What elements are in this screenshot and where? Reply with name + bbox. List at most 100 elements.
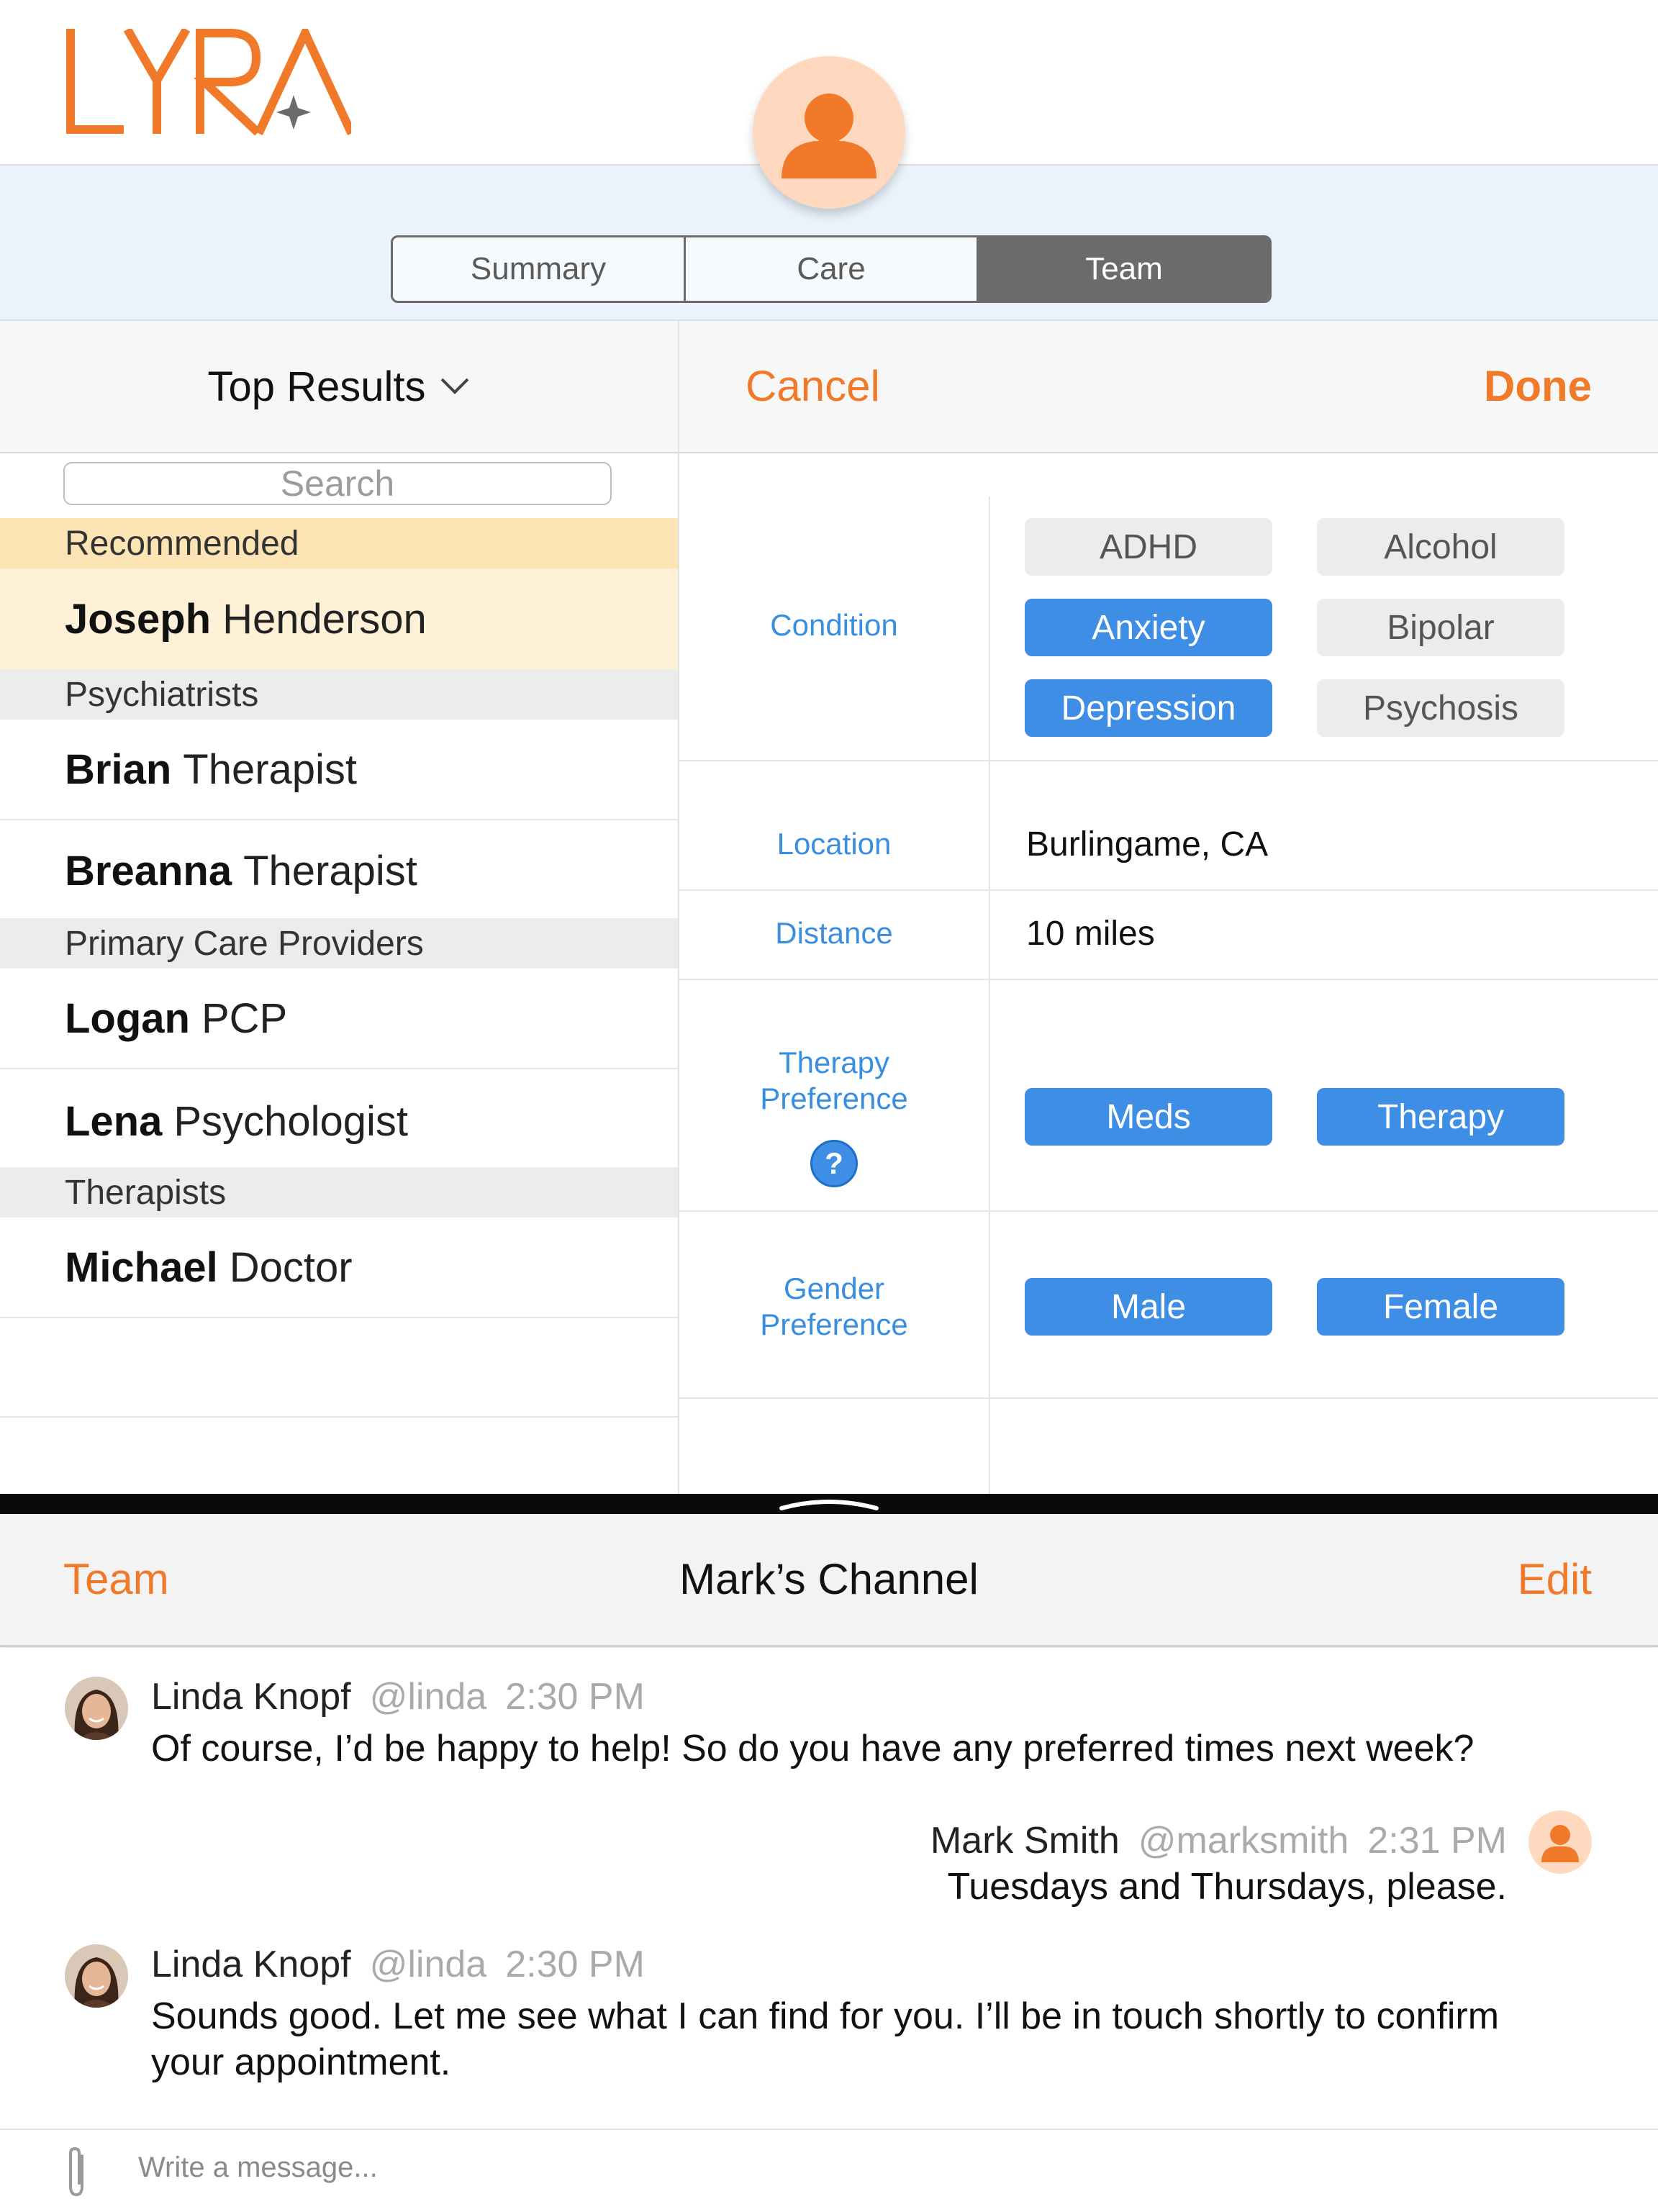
- list-item[interactable]: Joseph Henderson: [0, 568, 678, 669]
- therapy-preference-line1: Therapy: [778, 1046, 890, 1079]
- person-photo-icon: [65, 1677, 128, 1740]
- therapy-preference-label: Therapy Preference: [679, 1045, 989, 1117]
- row-divider: [0, 1416, 678, 1418]
- lyra-logo: [63, 22, 355, 144]
- filter-header: Cancel Done: [679, 321, 1658, 453]
- chip-therapy[interactable]: Therapy: [1317, 1088, 1564, 1146]
- chip-meds[interactable]: Meds: [1025, 1088, 1272, 1146]
- channel-title: Mark’s Channel: [679, 1555, 979, 1603]
- section-primary-care: Primary Care Providers: [0, 918, 678, 969]
- star-icon: [276, 95, 311, 130]
- sender-name: Linda Knopf: [151, 1676, 351, 1718]
- message-list[interactable]: Linda Knopf @linda 2:30 PM Of course, I’d …: [0, 1648, 1658, 2130]
- mark-avatar[interactable]: [1528, 1810, 1592, 1874]
- paperclip-icon[interactable]: [60, 2146, 92, 2199]
- sender-handle[interactable]: @linda: [370, 1676, 487, 1718]
- chip-bipolar[interactable]: Bipolar: [1317, 599, 1564, 656]
- row-divider: [679, 979, 1658, 980]
- message-time: 2:30 PM: [505, 1944, 645, 1985]
- person-photo-icon: [65, 1944, 128, 2008]
- section-therapists: Therapists: [0, 1167, 678, 1218]
- chevron-up-icon: [779, 1500, 879, 1510]
- row-divider: [679, 1397, 1658, 1399]
- team-back-button[interactable]: Team: [63, 1554, 169, 1604]
- search-input[interactable]: Search: [63, 462, 612, 505]
- column-divider: [989, 497, 990, 1079]
- last-name: Therapist: [183, 745, 358, 793]
- tab-bar: Summary Care Team: [391, 235, 1272, 303]
- chip-psychosis[interactable]: Psychosis: [1317, 679, 1564, 737]
- lyra-logo-icon: [66, 22, 355, 136]
- linda-avatar[interactable]: [65, 1944, 128, 2008]
- distance-label: Distance: [775, 916, 893, 950]
- last-name: Henderson: [222, 595, 427, 643]
- chip-anxiety[interactable]: Anxiety: [1025, 599, 1272, 656]
- attachment-icon: [69, 2147, 83, 2197]
- list-item[interactable]: Lena Psychologist: [0, 1071, 678, 1171]
- chat-header: Mark’s Channel Team Edit: [0, 1514, 1658, 1647]
- message-text: Tuesdays and Thursdays, please.: [947, 1866, 1507, 1908]
- message-text: Sounds good. Let me see what I can find …: [151, 1993, 1499, 2085]
- filter-panel: Cancel Done Condition ADHD Alcohol Anxie…: [679, 321, 1658, 1533]
- chip-depression[interactable]: Depression: [1025, 679, 1272, 737]
- message-text-line1: Sounds good. Let me see what I can find …: [151, 1995, 1500, 2037]
- message-meta: Mark Smith @marksmith 2:31 PM: [930, 1819, 1507, 1862]
- tab-summary[interactable]: Summary: [393, 237, 686, 301]
- tab-team[interactable]: Team: [979, 237, 1269, 301]
- chip-female[interactable]: Female: [1317, 1278, 1564, 1336]
- last-name: PCP: [201, 994, 288, 1042]
- tab-care[interactable]: Care: [686, 237, 979, 301]
- done-button[interactable]: Done: [1484, 361, 1592, 411]
- drag-handle[interactable]: [779, 1497, 879, 1511]
- section-recommended: Recommended: [0, 518, 678, 568]
- gender-preference-line2: Preference: [760, 1307, 908, 1341]
- help-icon[interactable]: ?: [810, 1140, 858, 1187]
- message-meta: Linda Knopf @linda 2:30 PM: [151, 1675, 645, 1718]
- distance-value[interactable]: 10 miles: [1026, 914, 1155, 953]
- message-text: Of course, I’d be happy to help! So do y…: [151, 1728, 1474, 1769]
- sender-name: Mark Smith: [930, 1820, 1120, 1862]
- message-meta: Linda Knopf @linda 2:30 PM: [151, 1943, 645, 1986]
- first-name: Joseph: [65, 595, 212, 643]
- message-composer: Write a message...: [0, 2129, 1658, 2212]
- chip-male[interactable]: Male: [1025, 1278, 1272, 1336]
- list-item[interactable]: Michael Doctor: [0, 1218, 678, 1318]
- list-item[interactable]: Logan PCP: [0, 969, 678, 1069]
- sender-handle[interactable]: @marksmith: [1138, 1820, 1349, 1862]
- first-name: Breanna: [65, 847, 232, 894]
- chip-adhd[interactable]: ADHD: [1025, 518, 1272, 576]
- chip-alcohol[interactable]: Alcohol: [1317, 518, 1564, 576]
- first-name: Michael: [65, 1243, 218, 1291]
- person-icon: [1541, 1825, 1579, 1862]
- message-input[interactable]: Write a message...: [138, 2152, 378, 2184]
- top-results-label: Top Results: [207, 363, 426, 410]
- message-time: 2:31 PM: [1367, 1820, 1507, 1862]
- last-name: Doctor: [229, 1243, 353, 1291]
- location-label: Location: [776, 827, 892, 861]
- results-panel: Top Results Search Recommended Joseph He…: [0, 321, 679, 1494]
- cancel-button[interactable]: Cancel: [746, 361, 880, 411]
- section-psychiatrists: Psychiatrists: [0, 669, 678, 720]
- last-name: Psychologist: [173, 1097, 408, 1145]
- message-text-line2: your appointment.: [151, 2041, 451, 2083]
- condition-label: Condition: [770, 608, 898, 642]
- results-header: Top Results: [0, 321, 678, 453]
- row-divider: [679, 760, 1658, 761]
- first-name: Brian: [65, 745, 172, 793]
- person-icon: [782, 94, 876, 178]
- location-value[interactable]: Burlingame, CA: [1026, 825, 1268, 864]
- column-divider: [989, 1443, 990, 1494]
- therapy-preference-line2: Preference: [760, 1082, 908, 1115]
- edit-button[interactable]: Edit: [1518, 1554, 1592, 1604]
- top-results-dropdown[interactable]: Top Results: [207, 363, 470, 411]
- sender-name: Linda Knopf: [151, 1944, 351, 1985]
- list-item[interactable]: Breanna Therapist: [0, 820, 678, 921]
- first-name: Logan: [65, 994, 190, 1042]
- gender-preference-line1: Gender: [783, 1272, 885, 1305]
- list-item[interactable]: Brian Therapist: [0, 720, 678, 820]
- linda-avatar[interactable]: [65, 1677, 128, 1740]
- chevron-down-icon: [440, 378, 468, 394]
- user-avatar[interactable]: [753, 56, 905, 209]
- sender-handle[interactable]: @linda: [370, 1944, 487, 1985]
- message-time: 2:30 PM: [505, 1676, 645, 1718]
